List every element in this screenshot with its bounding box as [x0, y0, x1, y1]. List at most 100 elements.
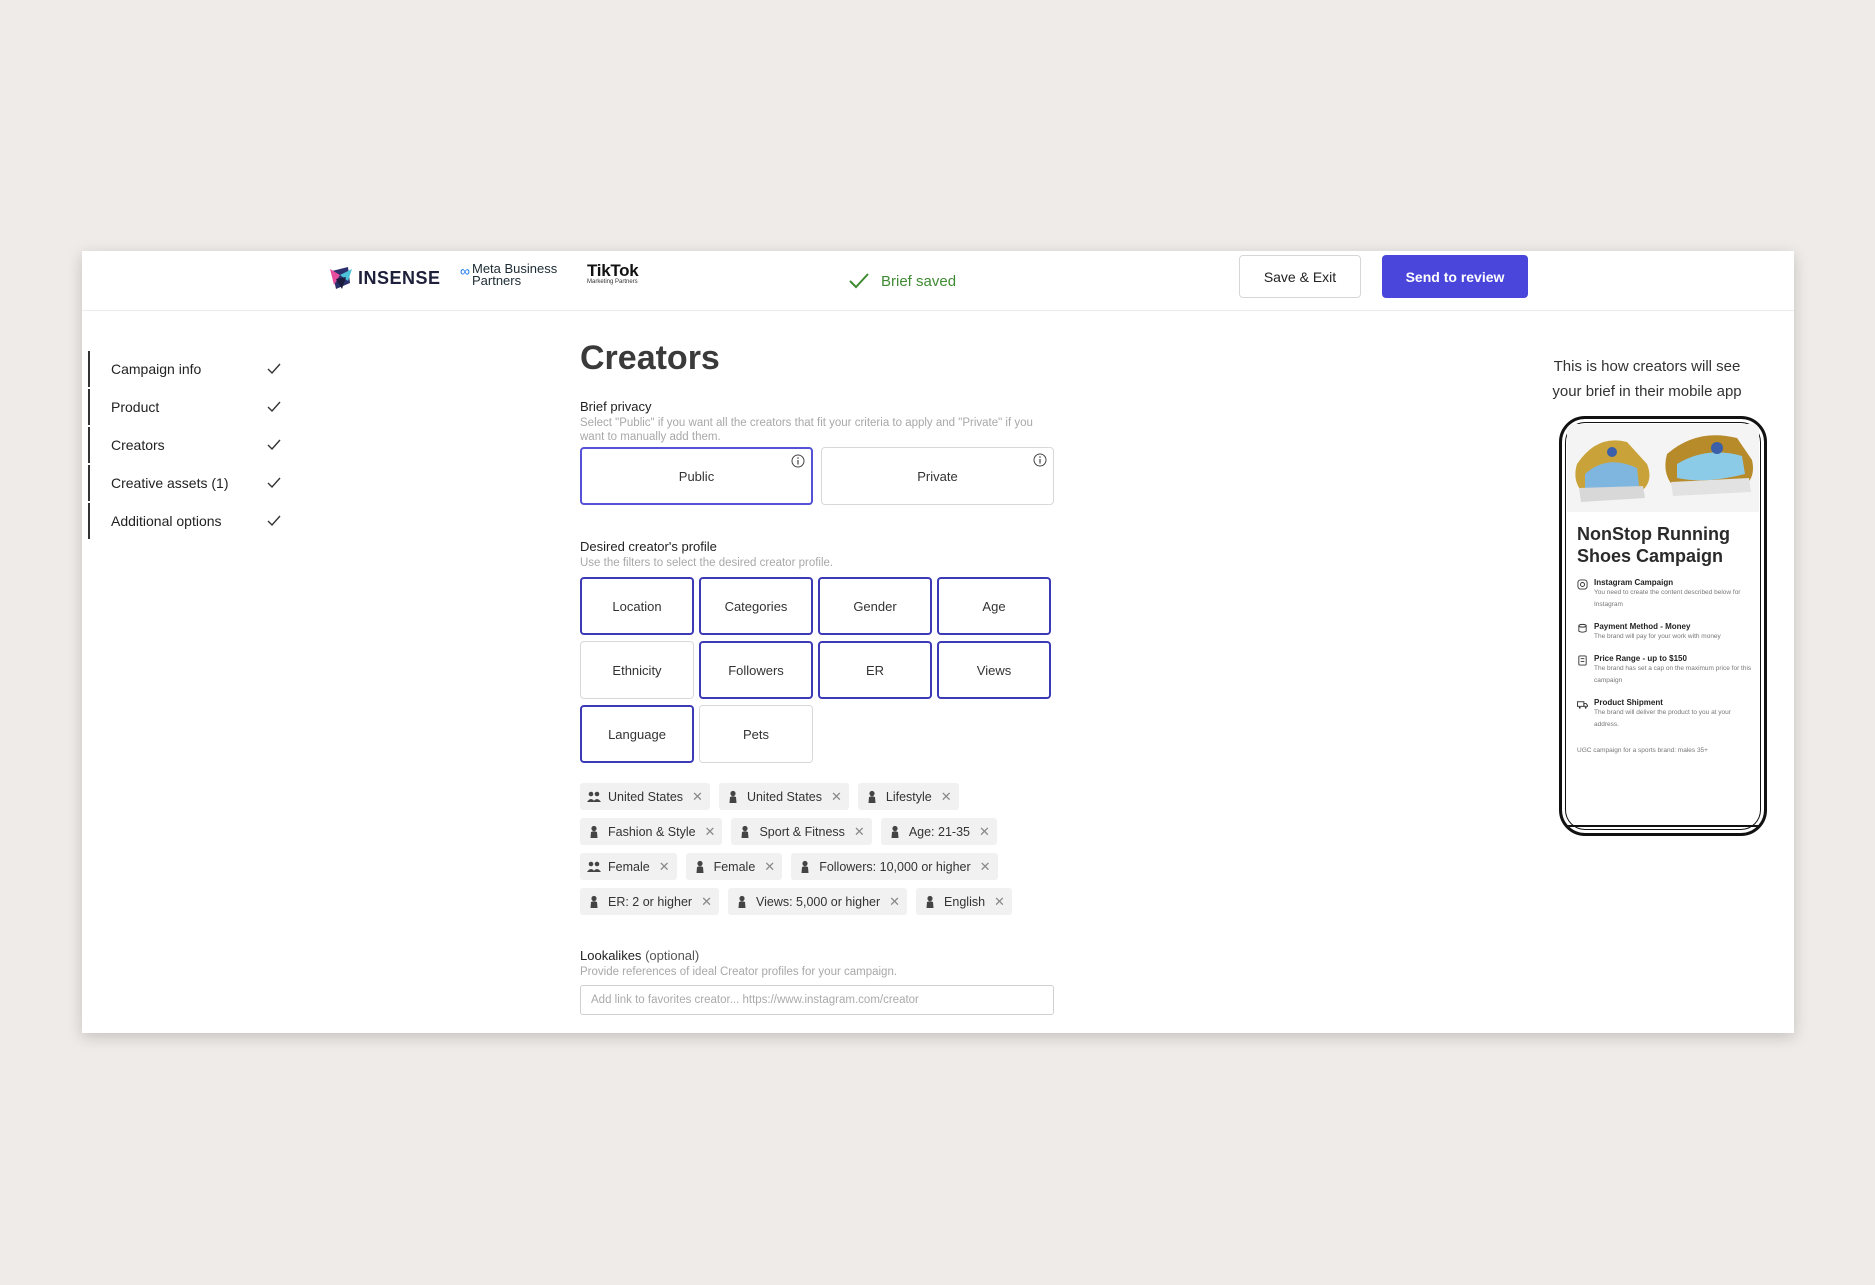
- insense-logo[interactable]: INSENSE: [328, 263, 441, 293]
- preview-item-title: Instagram Campaign: [1594, 578, 1674, 587]
- filter-age[interactable]: Age: [937, 577, 1051, 635]
- lookalikes-help: Provide references of ideal Creator prof…: [580, 966, 898, 978]
- nav-item-additional-options[interactable]: Additional options: [88, 503, 288, 539]
- preview-footer: UGC campaign for a sports brand: males 3…: [1577, 747, 1708, 754]
- preview-item-sub: You need to create the content described…: [1594, 589, 1741, 608]
- check-icon: [267, 401, 281, 413]
- audience-icon: [587, 861, 601, 872]
- lookalikes-label: Lookalikes (optional): [580, 948, 1060, 963]
- filter-tag: Female ✕: [685, 853, 783, 880]
- meta-partner-line-2: Partners: [471, 273, 522, 288]
- instagram-icon: [1577, 579, 1588, 590]
- privacy-option-public[interactable]: Public: [580, 447, 813, 505]
- remove-tag-icon[interactable]: ✕: [764, 859, 775, 875]
- remove-tag-icon[interactable]: ✕: [979, 824, 990, 840]
- filter-er[interactable]: ER: [818, 641, 932, 699]
- filter-grid: Location Categories Gender Age Ethnicity…: [580, 577, 1060, 763]
- preview-item-sub: The brand will deliver the product to yo…: [1594, 709, 1731, 728]
- audience-icon: [587, 791, 601, 802]
- preview-item-sub: The brand will pay for your work with mo…: [1594, 633, 1721, 640]
- remove-tag-icon[interactable]: ✕: [831, 789, 842, 805]
- preview-item: Price Range - up to $150 The brand has s…: [1577, 654, 1755, 687]
- remove-tag-icon[interactable]: ✕: [701, 894, 712, 910]
- insense-logo-icon: [330, 267, 352, 289]
- remove-tag-icon[interactable]: ✕: [705, 824, 716, 840]
- remove-tag-icon[interactable]: ✕: [889, 894, 900, 910]
- selected-filter-tags: United States ✕ United States ✕ Lifestyl…: [580, 783, 1060, 915]
- info-icon[interactable]: [1033, 453, 1047, 467]
- filter-followers[interactable]: Followers: [699, 641, 813, 699]
- filter-tag: Followers: 10,000 or higher ✕: [791, 853, 998, 880]
- filter-tag-label: ER: 2 or higher: [608, 894, 693, 909]
- creator-icon: [590, 895, 598, 908]
- filter-pets[interactable]: Pets: [699, 705, 813, 763]
- preview-caption: This is how creators will see your brief…: [1552, 358, 1742, 400]
- shipment-icon: [1577, 701, 1588, 709]
- info-icon[interactable]: [791, 454, 805, 468]
- tiktok-partners-logo: TikTok Marketing Partners: [587, 261, 639, 285]
- remove-tag-icon[interactable]: ✕: [980, 859, 991, 875]
- filter-tag-label: Age: 21-35: [908, 824, 970, 839]
- privacy-option-label: Private: [917, 468, 958, 484]
- lookalikes-input[interactable]: [580, 985, 1054, 1015]
- filter-tag-label: Female: [713, 859, 756, 874]
- nav-item-campaign-info[interactable]: Campaign info: [88, 351, 288, 387]
- filter-views[interactable]: Views: [937, 641, 1051, 699]
- save-exit-button[interactable]: Save & Exit: [1239, 255, 1361, 298]
- brief-privacy-help: Select "Public" if you want all the crea…: [580, 417, 1033, 443]
- filter-tag-label: United States: [608, 789, 684, 804]
- nav-item-label: Product: [111, 399, 160, 415]
- privacy-options: Public Private: [580, 447, 1060, 505]
- creator-profile-help: Use the filters to select the desired cr…: [580, 557, 834, 569]
- creator-icon: [741, 825, 749, 838]
- preview-item: Instagram Campaign You need to create th…: [1577, 578, 1755, 611]
- privacy-option-private[interactable]: Private: [821, 447, 1054, 505]
- nav-item-creative-assets[interactable]: Creative assets (1): [88, 465, 288, 501]
- filter-ethnicity[interactable]: Ethnicity: [580, 641, 694, 699]
- tiktok-sub: Marketing Partners: [587, 279, 638, 285]
- saved-label: Brief saved: [881, 272, 957, 290]
- preview-item-sub: The brand has set a cap on the maximum p…: [1594, 665, 1752, 684]
- nav-item-label: Campaign info: [111, 361, 202, 377]
- filter-tag-label: Lifestyle: [885, 789, 932, 804]
- campaign-product-image: [1567, 424, 1759, 512]
- top-bar: INSENSE ∞ Meta Business Partners TikTok …: [82, 251, 1794, 311]
- creator-icon: [891, 825, 899, 838]
- page-title: Creators: [580, 339, 720, 377]
- filter-tag: United States ✕: [718, 783, 849, 810]
- filter-tag-label: Views: 5,000 or higher: [755, 894, 881, 909]
- remove-tag-icon[interactable]: ✕: [659, 859, 670, 875]
- creator-icon: [801, 860, 809, 873]
- preview-content: NonStop Running Shoes Campaign Instagram…: [1577, 523, 1755, 754]
- creator-icon: [738, 895, 746, 908]
- remove-tag-icon[interactable]: ✕: [941, 789, 952, 805]
- creator-icon: [926, 895, 934, 908]
- filter-tag: Female ✕: [580, 853, 677, 880]
- remove-tag-icon[interactable]: ✕: [994, 894, 1005, 910]
- remove-tag-icon[interactable]: ✕: [854, 824, 865, 840]
- check-icon: [267, 477, 281, 489]
- filter-tag-label: Female: [608, 859, 650, 874]
- filter-gender[interactable]: Gender: [818, 577, 932, 635]
- filter-tag: Sport & Fitness ✕: [731, 818, 872, 845]
- creator-icon: [590, 825, 598, 838]
- brief-privacy-label: Brief privacy: [580, 399, 652, 414]
- lookalikes-optional: (optional): [645, 948, 700, 963]
- nav-item-label: Additional options: [111, 513, 222, 529]
- preview-item-title: Payment Method - Money: [1594, 622, 1691, 631]
- creator-icon: [696, 860, 704, 873]
- nav-item-product[interactable]: Product: [88, 389, 288, 425]
- filter-language[interactable]: Language: [580, 705, 694, 763]
- meta-icon: ∞: [460, 263, 470, 279]
- creator-profile-label: Desired creator's profile: [580, 539, 717, 554]
- remove-tag-icon[interactable]: ✕: [692, 789, 703, 805]
- filter-location[interactable]: Location: [580, 577, 694, 635]
- filter-tag-label: Sport & Fitness: [759, 824, 845, 839]
- meta-business-partners-logo: ∞ Meta Business Partners: [460, 262, 557, 288]
- send-to-review-button[interactable]: Send to review: [1382, 255, 1528, 298]
- nav-item-creators[interactable]: Creators: [88, 427, 288, 463]
- nav-item-label: Creative assets (1): [111, 475, 229, 491]
- filter-categories[interactable]: Categories: [699, 577, 813, 635]
- step-navigation: Campaign info Product Creators Creative …: [88, 351, 288, 541]
- phone-bottom-bar: [1566, 825, 1760, 827]
